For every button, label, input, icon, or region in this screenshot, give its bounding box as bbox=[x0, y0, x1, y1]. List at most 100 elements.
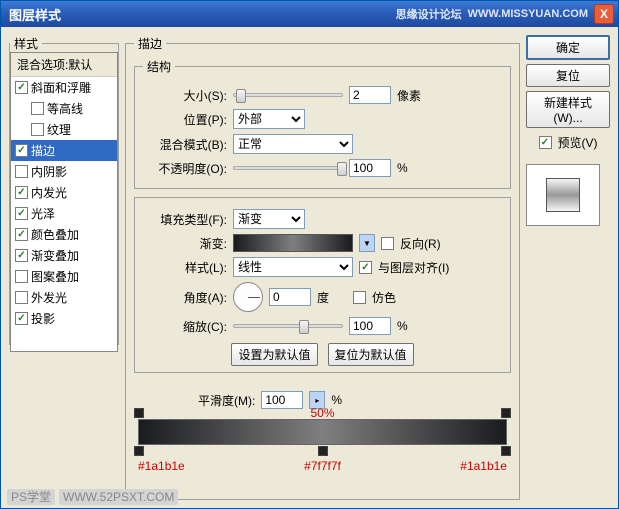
style-checkbox[interactable] bbox=[31, 102, 44, 115]
stop-color-2: #7f7f7f bbox=[304, 459, 341, 473]
stop-color-3: #1a1b1e bbox=[460, 459, 507, 473]
style-item-8[interactable]: 渐变叠加 bbox=[11, 245, 117, 266]
style-label: 纹理 bbox=[47, 121, 71, 138]
filltype-select[interactable]: 渐变 bbox=[233, 209, 305, 229]
style-label: 光泽 bbox=[31, 205, 55, 222]
style-checkbox[interactable] bbox=[15, 186, 28, 199]
style-label: 斜面和浮雕 bbox=[31, 79, 91, 96]
scale-slider[interactable] bbox=[233, 324, 343, 328]
style-checkbox[interactable] bbox=[15, 81, 28, 94]
style-item-3[interactable]: 描边 bbox=[11, 140, 117, 161]
style-label: 外发光 bbox=[31, 289, 67, 306]
style-label: 渐变叠加 bbox=[31, 247, 79, 264]
style-label: 图案叠加 bbox=[31, 268, 79, 285]
style-item-7[interactable]: 颜色叠加 bbox=[11, 224, 117, 245]
fill-group: 填充类型(F): 渐变 渐变: ▼ 反向(R) 样式(L): 线性 bbox=[134, 197, 511, 373]
gradient-editor: 平滑度(M): ▸ % 50% #1a1b1e bbox=[134, 383, 511, 477]
style-checkbox[interactable] bbox=[15, 207, 28, 220]
smoothness-input[interactable] bbox=[261, 391, 303, 409]
color-stop-mid[interactable] bbox=[318, 446, 328, 456]
reset-default-button[interactable]: 复位为默认值 bbox=[328, 343, 414, 366]
color-stop-right[interactable] bbox=[501, 446, 511, 456]
style-checkbox[interactable] bbox=[15, 165, 28, 178]
style-checkbox[interactable] bbox=[15, 270, 28, 283]
size-slider[interactable] bbox=[233, 93, 343, 97]
close-button[interactable]: X bbox=[594, 4, 614, 24]
dither-checkbox[interactable] bbox=[353, 291, 366, 304]
style-item-10[interactable]: 外发光 bbox=[11, 287, 117, 308]
action-panel: 确定 复位 新建样式(W)... 预览(V) bbox=[526, 35, 610, 500]
style-checkbox[interactable] bbox=[15, 249, 28, 262]
style-item-0[interactable]: 斜面和浮雕 bbox=[11, 77, 117, 98]
style-checkbox[interactable] bbox=[15, 312, 28, 325]
reset-button[interactable]: 复位 bbox=[526, 64, 610, 87]
opacity-input[interactable] bbox=[349, 159, 391, 177]
window-title: 图层样式 bbox=[5, 5, 396, 24]
blendmode-select[interactable]: 正常 bbox=[233, 134, 353, 154]
align-checkbox[interactable] bbox=[359, 261, 372, 274]
stroke-legend: 描边 bbox=[134, 35, 166, 52]
close-icon: X bbox=[600, 7, 608, 21]
ok-button[interactable]: 确定 bbox=[526, 35, 610, 60]
opacity-stop-right[interactable] bbox=[501, 408, 511, 418]
style-item-4[interactable]: 内阴影 bbox=[11, 161, 117, 182]
scale-label: 缩放(C): bbox=[143, 318, 227, 335]
styles-panel: 样式 混合选项:默认 斜面和浮雕等高线纹理描边内阴影内发光光泽颜色叠加渐变叠加图… bbox=[9, 35, 119, 500]
watermark-forum: 思缘设计论坛 bbox=[396, 6, 462, 22]
preview-checkbox[interactable] bbox=[539, 136, 552, 149]
midpoint-label: 50% bbox=[310, 406, 334, 420]
structure-group: 结构 大小(S): 像素 位置(P): 外部 混合模式(B): 正常 bbox=[134, 58, 511, 189]
stop-color-1: #1a1b1e bbox=[138, 459, 185, 473]
gradient-label: 渐变: bbox=[143, 235, 227, 252]
angle-input[interactable] bbox=[269, 288, 311, 306]
gradstyle-label: 样式(L): bbox=[143, 259, 227, 276]
reverse-checkbox[interactable] bbox=[381, 237, 394, 250]
style-item-1[interactable]: 等高线 bbox=[11, 98, 117, 119]
filltype-label: 填充类型(F): bbox=[143, 211, 227, 228]
layer-style-dialog: 图层样式 思缘设计论坛 WWW.MISSYUAN.COM X 样式 混合选项:默… bbox=[0, 0, 619, 509]
style-checkbox[interactable] bbox=[15, 144, 28, 157]
preview-swatch bbox=[546, 178, 580, 212]
set-default-button[interactable]: 设置为默认值 bbox=[231, 343, 317, 366]
preview-thumbnail bbox=[526, 164, 600, 226]
style-checkbox[interactable] bbox=[15, 291, 28, 304]
gradstyle-select[interactable]: 线性 bbox=[233, 257, 353, 277]
align-label: 与图层对齐(I) bbox=[378, 259, 449, 276]
opacity-slider[interactable] bbox=[233, 166, 343, 170]
footer-watermark: PS学堂WWW.52PSXT.COM bbox=[7, 488, 182, 505]
scale-input[interactable] bbox=[349, 317, 391, 335]
style-label: 投影 bbox=[31, 310, 55, 327]
preview-label: 预览(V) bbox=[558, 134, 598, 151]
style-item-6[interactable]: 光泽 bbox=[11, 203, 117, 224]
watermark-url: WWW.MISSYUAN.COM bbox=[468, 8, 588, 20]
new-style-button[interactable]: 新建样式(W)... bbox=[526, 91, 610, 128]
opacity-stop-left[interactable] bbox=[134, 408, 144, 418]
style-checkbox[interactable] bbox=[31, 123, 44, 136]
gradient-dropdown[interactable]: ▼ bbox=[359, 234, 375, 252]
style-item-11[interactable]: 投影 bbox=[11, 308, 117, 329]
style-label: 描边 bbox=[31, 142, 55, 159]
gradient-swatch[interactable] bbox=[233, 234, 353, 252]
style-label: 内阴影 bbox=[31, 163, 67, 180]
style-checkbox[interactable] bbox=[15, 228, 28, 241]
styles-legend: 样式 bbox=[10, 35, 42, 52]
position-label: 位置(P): bbox=[143, 111, 227, 128]
position-select[interactable]: 外部 bbox=[233, 109, 305, 129]
reverse-label: 反向(R) bbox=[400, 235, 441, 252]
angle-dial[interactable] bbox=[233, 282, 263, 312]
style-item-9[interactable]: 图案叠加 bbox=[11, 266, 117, 287]
smoothness-label: 平滑度(M): bbox=[198, 392, 255, 409]
gradient-bar[interactable]: 50% bbox=[138, 419, 507, 445]
scale-unit: % bbox=[397, 319, 408, 333]
size-input[interactable] bbox=[349, 86, 391, 104]
blend-options-row[interactable]: 混合选项:默认 bbox=[11, 53, 117, 77]
blendmode-label: 混合模式(B): bbox=[143, 136, 227, 153]
titlebar: 图层样式 思缘设计论坛 WWW.MISSYUAN.COM X bbox=[1, 1, 618, 27]
size-label: 大小(S): bbox=[143, 87, 227, 104]
opacity-label: 不透明度(O): bbox=[143, 160, 227, 177]
smoothness-unit: % bbox=[331, 393, 342, 407]
style-item-5[interactable]: 内发光 bbox=[11, 182, 117, 203]
style-label: 颜色叠加 bbox=[31, 226, 79, 243]
color-stop-left[interactable] bbox=[134, 446, 144, 456]
style-item-2[interactable]: 纹理 bbox=[11, 119, 117, 140]
